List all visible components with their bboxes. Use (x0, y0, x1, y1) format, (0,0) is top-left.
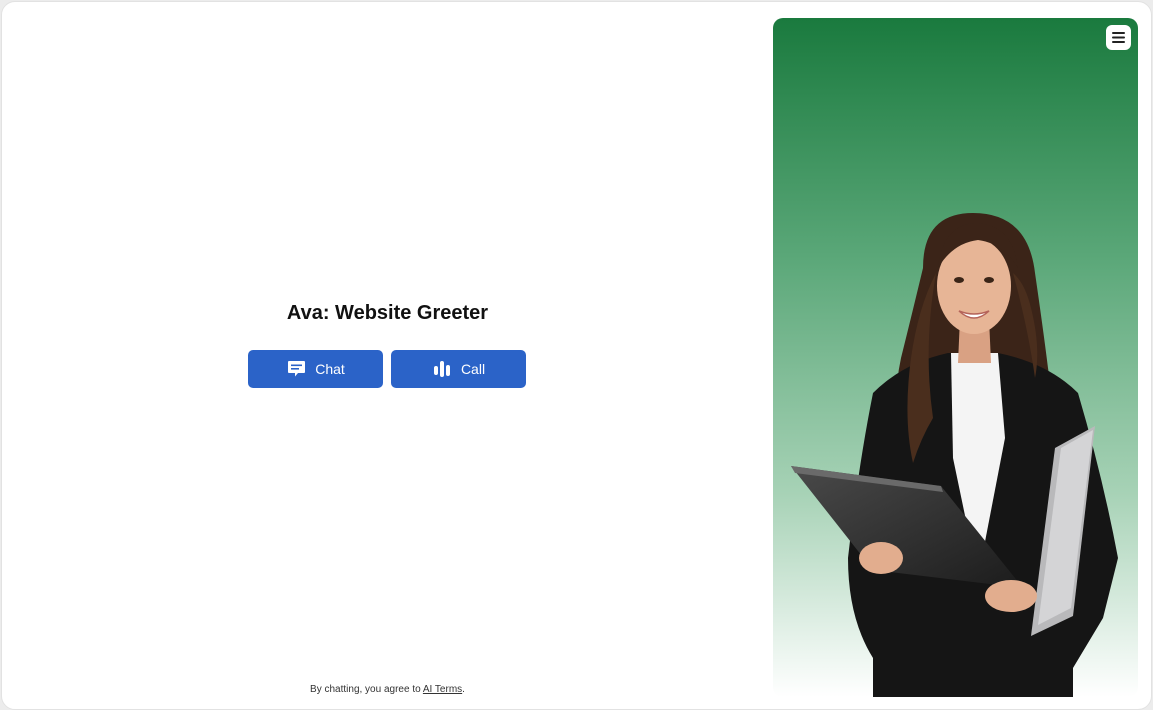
terms-prefix: By chatting, you agree to (310, 684, 423, 695)
chat-button[interactable]: Chat (248, 350, 383, 388)
hero-image (773, 18, 1138, 697)
ai-terms-link[interactable]: AI Terms (423, 684, 462, 695)
audio-bars-icon (432, 359, 452, 379)
call-button-label: Call (460, 361, 486, 377)
agent-title: Ava: Website Greeter (286, 302, 489, 324)
call-button[interactable]: Call (391, 350, 526, 388)
terms-notice: By chatting, you agree to AI Terms. (2, 684, 773, 695)
chat-bubble-icon (286, 359, 306, 379)
businesswoman-illustration (773, 18, 1138, 697)
hamburger-menu-icon[interactable] (1106, 25, 1131, 50)
terms-suffix: . (462, 684, 465, 695)
greeter-pane: Ava: Website Greeter Chat Call By chatti… (2, 2, 773, 709)
widget-frame: Ava: Website Greeter Chat Call By chatti… (1, 1, 1152, 710)
chat-button-label: Chat (315, 361, 345, 377)
